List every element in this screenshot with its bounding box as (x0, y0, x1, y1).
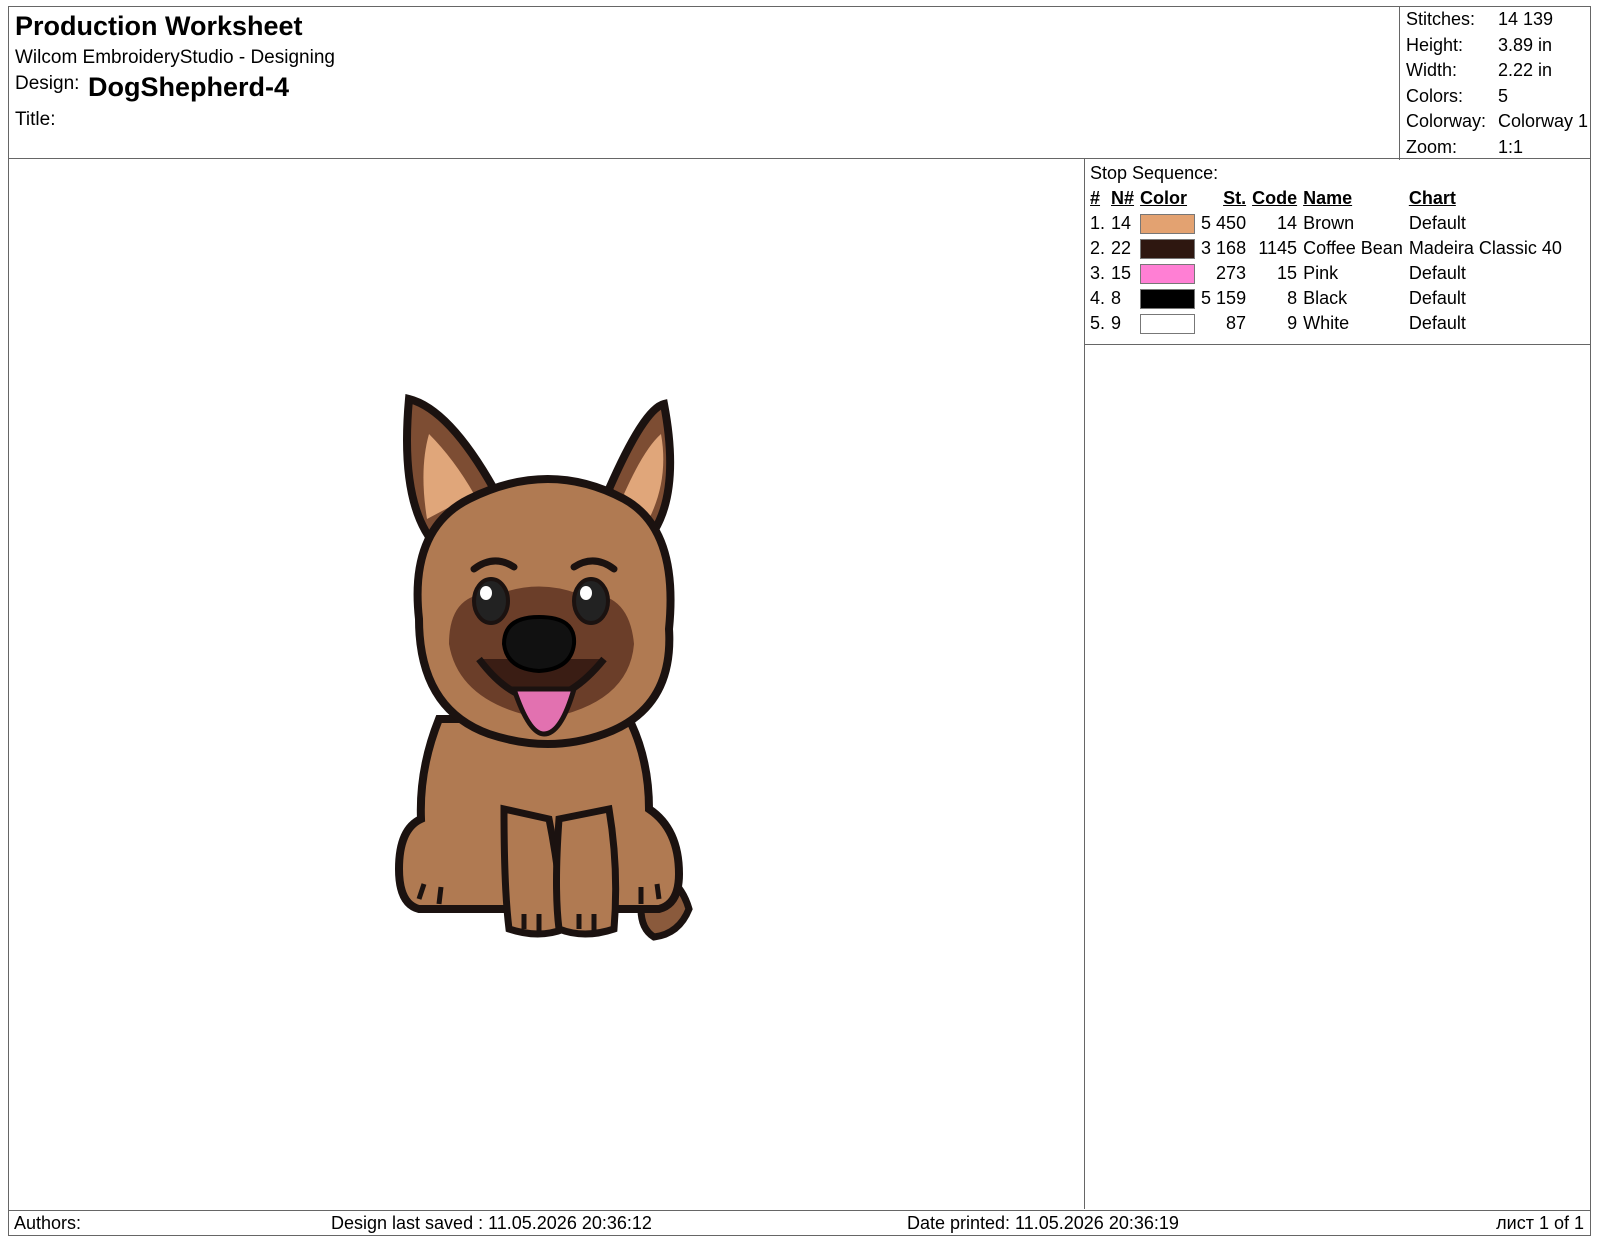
table-row: 3. 15 273 15 Pink Default (1088, 261, 1566, 286)
row-thread-name: Brown (1303, 213, 1355, 233)
row-index: 1. (1090, 213, 1106, 233)
row-needle: 8 (1111, 288, 1122, 308)
summary-label: Width: (1406, 60, 1458, 81)
row-chart: Default (1408, 288, 1466, 308)
stop-sequence-title: Stop Sequence: (1090, 163, 1219, 183)
production-worksheet: Production Worksheet Wilcom EmbroiderySt… (8, 6, 1593, 1236)
thread-color-swatch (1140, 264, 1196, 285)
worksheet-header: Production Worksheet Wilcom EmbroiderySt… (8, 6, 1592, 160)
row-code: 14 (1277, 213, 1298, 233)
summary-value: 5 (1498, 85, 1509, 106)
thread-color-swatch (1140, 289, 1196, 310)
thread-color-swatch (1140, 314, 1196, 335)
column-header-stitches: St. (1223, 188, 1247, 208)
row-code: 8 (1287, 288, 1298, 308)
table-row: 1. 14 5 450 14 Brown Default (1088, 211, 1566, 236)
row-stitches: 3 168 (1201, 238, 1247, 258)
dog-embroidery-image (394, 393, 693, 941)
column-header-code: Code (1252, 188, 1298, 208)
summary-label: Colorway: (1406, 111, 1487, 132)
row-stitches: 5 450 (1201, 213, 1247, 233)
table-row: 5. 9 87 9 White Default (1088, 311, 1566, 336)
color-swatch (1138, 211, 1199, 236)
worksheet-body: Stop Sequence: # N# Color St. Code Name … (8, 159, 1591, 1211)
design-name: DogShepherd-4 (88, 72, 290, 102)
summary-label: Height: (1406, 34, 1464, 55)
summary-row-height: Height: 3.89 in (1406, 35, 1592, 61)
row-thread-name: Pink (1303, 263, 1339, 283)
summary-row-colorway: Colorway: Colorway 1 (1406, 111, 1592, 137)
application-name: Wilcom EmbroideryStudio - Designing (15, 47, 335, 68)
thread-color-swatch (1140, 214, 1196, 235)
summary-row-width: Width: 2.22 in (1406, 60, 1592, 86)
row-chart: Default (1408, 213, 1466, 233)
column-header-name: Name (1303, 188, 1353, 208)
row-thread-name: Coffee Bean (1303, 238, 1403, 258)
row-chart: Madeira Classic 40 (1408, 238, 1562, 258)
column-header-chart: Chart (1408, 188, 1456, 208)
row-index: 3. (1090, 263, 1106, 283)
row-index: 4. (1090, 288, 1106, 308)
table-header-row: # N# Color St. Code Name Chart (1088, 186, 1566, 211)
row-stitches: 273 (1216, 263, 1247, 283)
design-summary: Stitches: 14 139 Height: 3.89 in Width: … (1399, 7, 1592, 160)
row-thread-name: White (1303, 313, 1350, 333)
row-code: 15 (1277, 263, 1298, 283)
table-row: 4. 8 5 159 8 Black Default (1088, 286, 1566, 311)
row-stitches: 5 159 (1201, 288, 1247, 308)
row-stitches: 87 (1226, 313, 1247, 333)
summary-value: 2.22 in (1498, 60, 1553, 81)
summary-label: Colors: (1406, 85, 1464, 106)
row-needle: 9 (1111, 313, 1122, 333)
row-code: 1145 (1258, 238, 1298, 258)
title-label: Title: (15, 109, 56, 130)
column-header-color: Color (1140, 188, 1188, 208)
thread-color-swatch (1140, 239, 1196, 260)
row-index: 5. (1090, 313, 1106, 333)
design-preview (9, 159, 1085, 1209)
row-code: 9 (1287, 313, 1298, 333)
summary-label: Stitches: (1406, 9, 1476, 29)
summary-row-stitches: Stitches: 14 139 (1406, 9, 1592, 35)
summary-row-colors: Colors: 5 (1406, 86, 1592, 112)
row-needle: 15 (1111, 263, 1132, 283)
row-index: 2. (1090, 238, 1106, 258)
column-header-needle: N# (1111, 188, 1135, 208)
stop-sequence-table: # N# Color St. Code Name Chart 1. 14 5 450… (1088, 186, 1566, 336)
color-swatch (1138, 261, 1199, 286)
color-swatch (1138, 236, 1199, 261)
summary-value: 3.89 in (1498, 34, 1553, 55)
summary-value: 14 139 (1498, 9, 1554, 29)
row-chart: Default (1408, 313, 1466, 333)
table-row: 2. 22 3 168 1145 Coffee Bean Madeira Classic … (1088, 236, 1566, 261)
color-swatch (1138, 286, 1199, 311)
row-needle: 14 (1111, 213, 1132, 233)
row-chart: Default (1408, 263, 1466, 283)
stop-sequence-panel: Stop Sequence: # N# Color St. Code Name … (1085, 159, 1591, 345)
summary-value: Colorway 1 (1498, 111, 1589, 132)
design-label: Design: (15, 73, 80, 94)
worksheet-footer: Authors: Design last saved : 11.05.2026 … (8, 1211, 1591, 1236)
worksheet-title: Production Worksheet (15, 11, 303, 41)
row-thread-name: Black (1303, 288, 1348, 308)
row-needle: 22 (1111, 238, 1132, 258)
column-header-index: # (1090, 188, 1101, 208)
color-swatch (1138, 311, 1199, 336)
